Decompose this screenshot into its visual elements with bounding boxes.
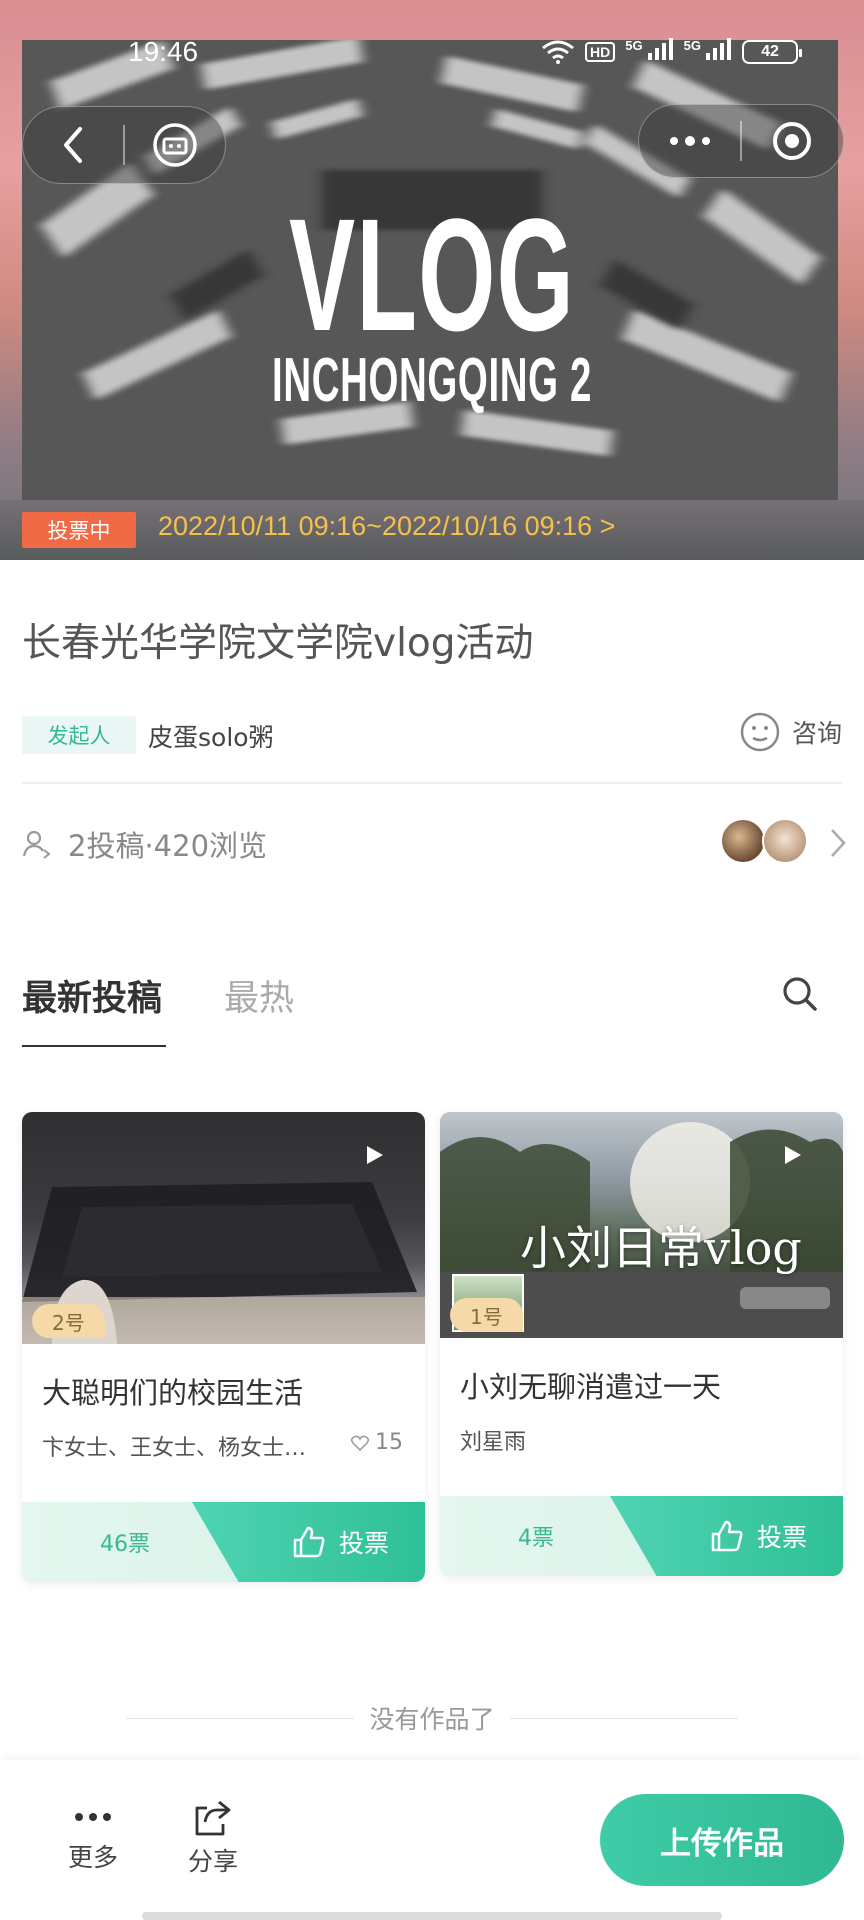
- heart-icon: [351, 1435, 369, 1451]
- close-mini-app-button[interactable]: [742, 105, 843, 177]
- vote-count: 46票: [100, 1532, 150, 1557]
- hero-vlog-subtitle: INCHONGQING 2: [272, 346, 592, 415]
- search-icon[interactable]: [780, 974, 820, 1014]
- consult-label: 咨询: [791, 719, 842, 748]
- hero-vlog-title: VLOG: [288, 185, 576, 364]
- entry-number-badge: 2号: [32, 1304, 105, 1338]
- network-label-2: 5G: [683, 38, 701, 53]
- submission-card[interactable]: 小刘日常vlog 1号 小刘无聊消遣过一天 刘星雨 4票 投票: [440, 1112, 843, 1576]
- activity-title: 长春光华学院文学院vlog活动: [22, 621, 534, 666]
- thumbnail-caption: 小刘日常vlog: [520, 1221, 802, 1275]
- video-thumbnail[interactable]: 2号: [22, 1112, 425, 1344]
- target-close-icon: [773, 122, 812, 160]
- initiator-tag: 发起人: [22, 716, 136, 754]
- signal-icon-1: 5G: [625, 38, 673, 65]
- voting-status-badge: 投票中: [22, 512, 136, 548]
- more-menu-button[interactable]: [639, 105, 740, 177]
- likes-count: 15: [351, 1430, 403, 1455]
- home-indicator: [142, 1912, 722, 1920]
- card-title: 小刘无聊消遣过一天: [460, 1370, 722, 1404]
- video-thumbnail[interactable]: 小刘日常vlog 1号: [440, 1112, 843, 1338]
- signal-icon-2: 5G: [684, 38, 732, 65]
- back-button[interactable]: [23, 107, 123, 183]
- menu-capsule: [638, 104, 844, 178]
- vote-date-range-link[interactable]: 2022/10/11 09:16~2022/10/16 09:16 >: [158, 511, 615, 542]
- divider: [22, 782, 842, 784]
- avatar: [762, 818, 808, 864]
- activity-stats: 2投稿·420浏览: [22, 823, 267, 865]
- hero-banner: VLOG INCHONGQING 2 19:46 HD 5G 5G 42 投票中…: [0, 0, 864, 560]
- initiator-name: 皮蛋solo粥: [148, 723, 274, 752]
- more-dots-icon: [75, 1813, 111, 1821]
- card-authors: 卞女士、王女士、杨女士…: [42, 1436, 307, 1461]
- active-tab-indicator: [22, 1045, 166, 1047]
- tab-latest[interactable]: 最新投稿: [22, 970, 162, 1021]
- nav-capsule: [22, 106, 226, 184]
- consult-button[interactable]: 咨询: [740, 712, 842, 752]
- vote-count: 4票: [518, 1526, 554, 1551]
- play-icon: [367, 1146, 383, 1164]
- share-label: 分享: [187, 1847, 238, 1876]
- vote-bar: 46票 投票: [22, 1502, 425, 1582]
- bottom-action-bar: 更多 分享 上传作品: [0, 1760, 864, 1920]
- tab-hot[interactable]: 最热: [224, 970, 294, 1021]
- card-authors: 刘星雨: [460, 1430, 527, 1455]
- user-icon: [22, 830, 51, 859]
- share-button[interactable]: 分享: [168, 1798, 258, 1878]
- back-icon: [64, 127, 83, 163]
- status-icons: HD 5G 5G 42: [541, 38, 802, 65]
- status-time: 19:46: [128, 36, 199, 67]
- mini-app-home-button[interactable]: [125, 107, 225, 183]
- more-dots-icon: [669, 136, 710, 146]
- hd-badge: HD: [585, 41, 616, 62]
- more-label: 更多: [67, 1843, 118, 1872]
- likes-value: 15: [375, 1430, 403, 1455]
- share-icon: [195, 1800, 231, 1836]
- vote-button-label: 投票: [756, 1523, 807, 1552]
- mini-app-icon: [153, 123, 197, 167]
- upload-work-button[interactable]: 上传作品: [600, 1794, 844, 1886]
- card-title: 大聪明们的校园生活: [42, 1376, 304, 1410]
- submission-card[interactable]: 2号 大聪明们的校园生活 卞女士、王女士、杨女士… 15 46票 投票: [22, 1112, 425, 1582]
- stats-text: 2投稿·420浏览: [68, 829, 268, 863]
- more-button[interactable]: 更多: [48, 1798, 138, 1874]
- play-icon: [785, 1146, 801, 1164]
- wifi-icon: [542, 40, 574, 64]
- end-of-list-text: 没有作品了: [369, 1705, 495, 1734]
- thumbs-up-icon: [293, 1526, 325, 1558]
- avatar: [720, 818, 766, 864]
- battery-level: 42: [761, 42, 779, 60]
- vote-button[interactable]: 投票: [192, 1502, 425, 1582]
- participant-avatars[interactable]: [720, 818, 808, 864]
- vote-button[interactable]: 投票: [610, 1496, 843, 1576]
- smiley-consult-icon: [740, 712, 780, 752]
- battery-icon: 42: [742, 39, 802, 64]
- vote-button-label: 投票: [338, 1529, 389, 1558]
- thumbs-up-icon: [711, 1520, 743, 1552]
- vote-bar: 4票 投票: [440, 1496, 843, 1576]
- entry-number-badge: 1号: [450, 1298, 523, 1332]
- status-bar: 19:46 HD 5G 5G 42: [0, 36, 864, 72]
- network-label-1: 5G: [625, 38, 643, 53]
- chevron-right-icon[interactable]: [828, 826, 848, 860]
